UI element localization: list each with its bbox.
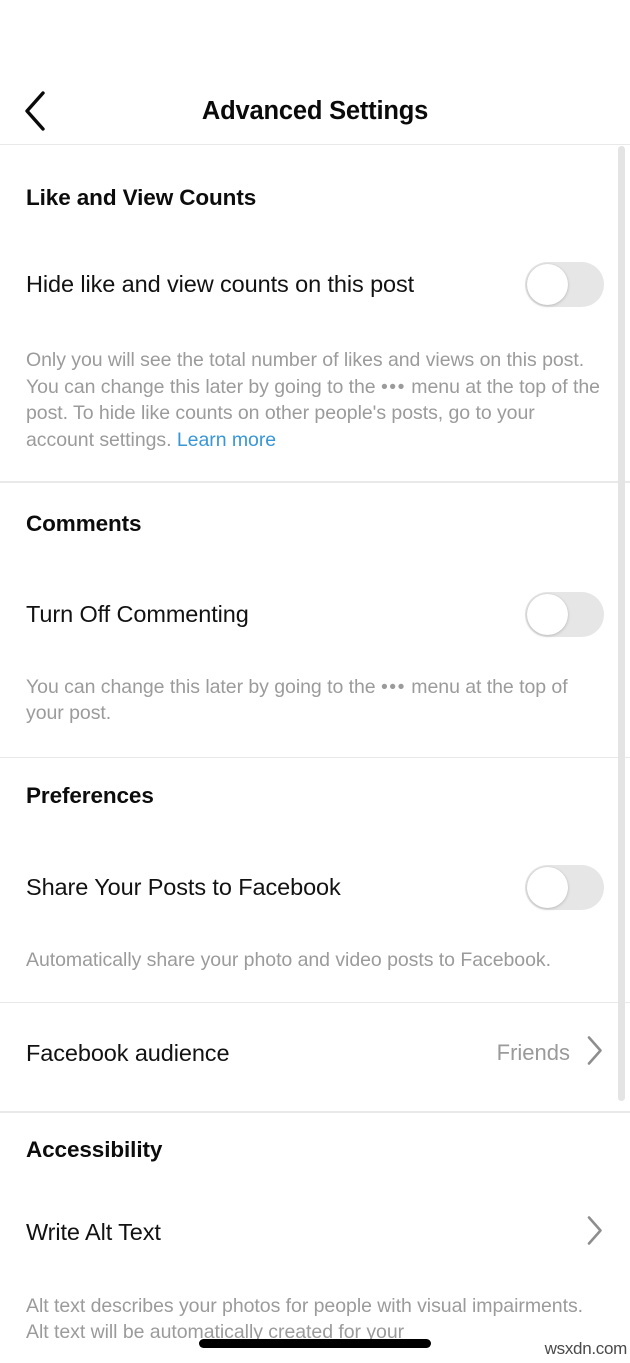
section-comments: Comments Turn Off Commenting You can cha…	[0, 482, 630, 757]
chevron-left-icon	[22, 90, 48, 132]
learn-more-link[interactable]: Learn more	[177, 429, 276, 451]
vertical-scrollbar[interactable]	[618, 146, 625, 1336]
section-accessibility: Accessibility Write Alt Text Alt text de…	[0, 1112, 630, 1346]
chevron-right-icon	[586, 1215, 604, 1251]
row-turn-off-commenting[interactable]: Turn Off Commenting	[26, 591, 604, 637]
section-preferences: Preferences Share Your Posts to Facebook…	[0, 758, 630, 1002]
nav-header: Advanced Settings	[0, 78, 630, 145]
row-share-your-posts-to-facebook[interactable]: Share Your Posts to Facebook	[26, 865, 604, 910]
section-title-accessibility: Accessibility	[26, 1136, 163, 1162]
row-value-facebook-audience: Friends	[496, 1040, 570, 1065]
section-like-and-view-counts: Like and View Counts Hide like and view …	[0, 145, 630, 481]
section-title-like-and-view-counts: Like and View Counts	[26, 185, 257, 210]
row-hide-like-and-view-counts[interactable]: Hide like and view counts on this post	[26, 262, 604, 307]
scrollbar-thumb[interactable]	[618, 146, 625, 1101]
settings-scroll-content: Like and View Counts Hide like and view …	[0, 145, 630, 1346]
section-title-preferences: Preferences	[26, 783, 154, 808]
toggle-turn-off-commenting[interactable]	[525, 591, 604, 637]
helper-text-like-and-view-counts: Only you will see the total number of li…	[26, 347, 604, 453]
helper-text-accessibility: Alt text describes your photos for peopl…	[26, 1294, 584, 1344]
chevron-right-icon	[586, 1035, 604, 1071]
section-facebook-audience: Facebook audience Friends	[0, 1003, 630, 1111]
phone-screen: Advanced Settings Like and View Counts H…	[0, 0, 630, 1363]
toggle-hide-like-and-view-counts[interactable]	[525, 262, 604, 307]
row-facebook-audience[interactable]: Facebook audience Friends	[26, 1035, 604, 1071]
toggle-share-your-posts-to-facebook[interactable]	[525, 865, 604, 910]
section-title-comments: Comments	[26, 510, 142, 536]
ellipsis-menu-icon: •••	[380, 375, 406, 398]
toggle-knob	[527, 593, 568, 635]
home-indicator	[199, 1339, 431, 1348]
toggle-knob	[527, 867, 568, 908]
helper-text-comments: You can change this later by going to th…	[26, 674, 604, 727]
toggle-knob	[527, 264, 568, 305]
helper-text-preferences: Automatically share your photo and video…	[26, 949, 551, 971]
row-label-turn-off-commenting: Turn Off Commenting	[26, 600, 249, 627]
row-label-facebook-audience: Facebook audience	[26, 1039, 230, 1066]
row-label-share-your-posts-to-facebook: Share Your Posts to Facebook	[26, 874, 341, 900]
back-button[interactable]	[12, 88, 58, 134]
helper-text-part1: You can change this later by going to th…	[26, 675, 381, 698]
page-title: Advanced Settings	[201, 96, 429, 125]
row-write-alt-text[interactable]: Write Alt Text	[26, 1215, 604, 1251]
watermark: wsxdn.com	[544, 1339, 628, 1358]
ellipsis-menu-icon: •••	[380, 675, 406, 698]
row-label-write-alt-text: Write Alt Text	[26, 1219, 161, 1245]
status-bar-spacer	[0, 0, 630, 78]
row-label-hide-like-and-view-counts: Hide like and view counts on this post	[26, 271, 415, 297]
